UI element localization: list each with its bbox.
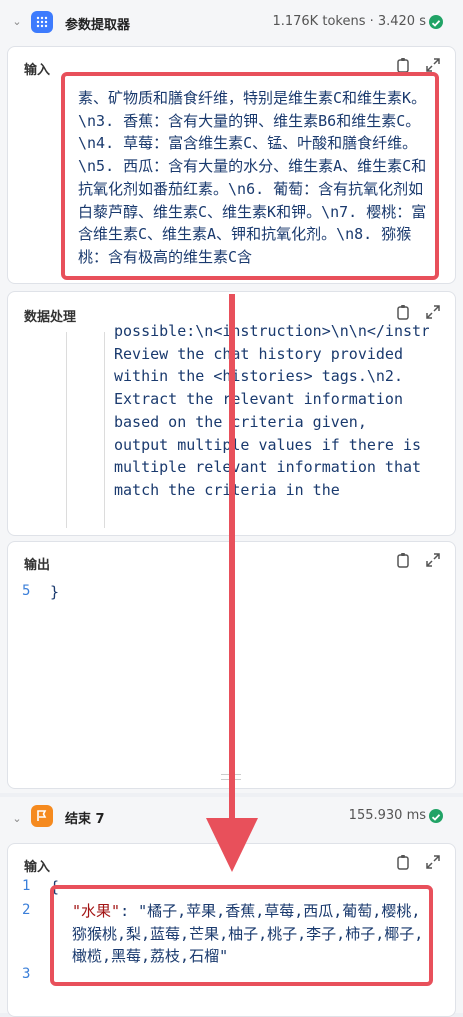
- success-check-icon: [429, 15, 443, 29]
- node-header[interactable]: ⌄ 结束 7 155.930 ms: [0, 797, 463, 841]
- expand-icon[interactable]: [425, 552, 441, 568]
- node-title: 参数提取器: [65, 18, 131, 33]
- node-title: 结束 7: [65, 812, 105, 827]
- indent-guide: [66, 332, 67, 528]
- highlight-result-box: [50, 885, 433, 986]
- parameter-extractor-icon: [31, 11, 53, 33]
- expand-icon[interactable]: [425, 854, 441, 870]
- output-panel: 输出 5 }: [7, 541, 456, 789]
- indent-guide: [104, 332, 105, 528]
- line-number: 5: [22, 583, 31, 599]
- line-number: 3: [22, 966, 31, 982]
- copy-icon[interactable]: [395, 552, 411, 568]
- panel-tools: [385, 552, 445, 572]
- chevron-down-icon[interactable]: ⌄: [10, 15, 24, 29]
- processing-text: possible:\n<instruction>\n\n</instructio…: [114, 322, 429, 499]
- line-number: 2: [22, 902, 31, 918]
- panel-tools: [385, 854, 445, 874]
- node-meta: 1.176K tokens · 3.420 s: [272, 14, 426, 29]
- success-check-icon: [429, 809, 443, 823]
- node-meta: 155.930 ms: [348, 808, 426, 823]
- chevron-down-icon[interactable]: ⌄: [10, 812, 24, 826]
- end-node-icon: [31, 805, 53, 827]
- panel-label: 输入: [24, 63, 51, 78]
- expand-icon[interactable]: [425, 57, 441, 73]
- output-code: }: [50, 583, 60, 601]
- data-processing-panel: 数据处理 possible:\n<instruction>\n\n</inst r…: [7, 291, 456, 536]
- expand-icon[interactable]: [425, 304, 441, 320]
- panel-label: 输入: [24, 860, 51, 875]
- panel-label: 输出: [24, 558, 51, 573]
- resize-handle[interactable]: [221, 774, 241, 780]
- panel-label: 数据处理: [24, 310, 77, 325]
- line-number: 1: [22, 878, 31, 894]
- copy-icon[interactable]: [395, 57, 411, 73]
- highlight-input-box: [61, 72, 439, 280]
- copy-icon[interactable]: [395, 854, 411, 870]
- copy-icon[interactable]: [395, 304, 411, 320]
- node-header[interactable]: ⌄ 参数提取器 1.176K tokens · 3.420 s: [0, 0, 463, 44]
